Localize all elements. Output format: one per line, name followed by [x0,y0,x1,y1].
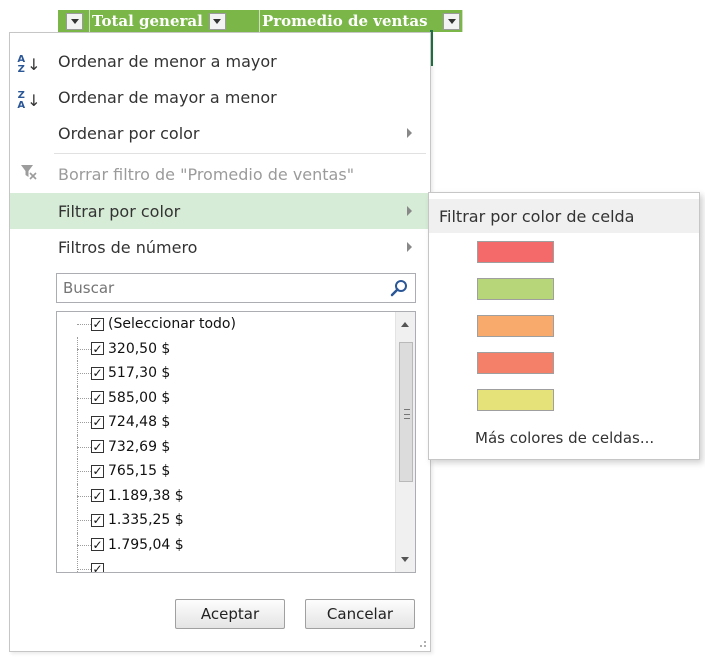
sort-a-to-z-icon: A Z ↓ [17,54,41,75]
pivot-header-cells: Total general Promedio de ventas [58,10,463,32]
menu-label: Ordenar de menor a mayor [58,51,277,71]
color-swatch[interactable] [477,352,554,374]
list-item-label: 1.189,38 $ [108,487,184,504]
menu-item-sort-by-color[interactable]: Ordenar por color [10,115,430,151]
checkbox[interactable]: ✓ [91,538,104,552]
tree-connector [77,544,91,546]
tree-connector [77,324,91,326]
color-swatch[interactable] [477,389,554,411]
list-item-label: 732,69 $ [108,438,171,455]
list-item[interactable]: ✓ 585,00 $ [57,385,415,410]
chevron-down-icon [447,18,456,24]
search-icon[interactable] [389,278,409,298]
chevron-down-icon [213,18,222,24]
header-label-promedio-ventas: Promedio de ventas [262,12,428,30]
autofilter-menu: A Z ↓ Ordenar de menor a mayor Z A ↓ Ordenar… [9,32,431,652]
menu-separator [54,153,426,154]
chevron-down-icon [70,18,79,24]
resize-grip-icon[interactable] [416,637,426,647]
cancel-button[interactable]: Cancelar [305,599,415,629]
checkbox[interactable]: ✓ [91,489,104,503]
checkbox[interactable]: ✓ [91,342,104,356]
menu-item-number-filters[interactable]: Filtros de número [10,229,430,265]
menu-item-clear-filter[interactable]: Borrar filtro de "Promedio de ventas" [10,156,430,192]
scrollbar-thumb[interactable] [399,342,413,482]
header-label-total-general: Total general [92,12,203,30]
search-box [56,273,416,303]
checkbox[interactable]: ✓ [91,440,104,454]
scroll-down-arrow-icon[interactable] [401,557,409,562]
menu-label: Filtros de número [58,237,198,257]
menu-label: Ordenar de mayor a menor [58,87,277,107]
clear-filter-icon [16,163,42,185]
list-item[interactable]: ✓ 1.189,38 $ [57,483,415,508]
filter-values-list[interactable]: ✓ (Seleccionar todo) ✓ 320,50 $ ✓ 517,30… [56,311,416,573]
menu-item-filter-by-color[interactable]: Filtrar por color [10,193,430,229]
menu-item-sort-ascending[interactable]: A Z ↓ Ordenar de menor a mayor [10,43,430,79]
ok-button[interactable]: Aceptar [175,599,285,629]
filter-dropdown-button[interactable] [208,12,226,30]
list-item[interactable]: ✓ 517,30 $ [57,361,415,386]
filter-dropdown-button[interactable] [66,12,83,30]
checkbox[interactable]: ✓ [91,513,104,527]
list-item-label: 765,15 $ [108,463,171,480]
grip-icon [404,409,410,419]
chevron-right-icon [407,128,412,138]
submenu-title: Filtrar por color de celda [429,199,699,233]
checkbox[interactable]: ✓ [91,464,104,478]
color-swatch[interactable] [477,278,554,300]
list-item-select-all[interactable]: ✓ (Seleccionar todo) [57,312,415,337]
list-item[interactable]: ✓ 732,69 $ [57,434,415,459]
tree-connector [77,471,91,473]
filter-by-color-submenu: Filtrar por color de celda Más colores d… [428,192,700,460]
list-item[interactable]: ✓ 1.335,25 $ [57,508,415,533]
list-item-label: 1.795,04 $ [108,536,184,553]
chevron-right-icon [407,206,412,216]
more-cell-colors-link[interactable]: Más colores de celdas... [475,429,654,447]
header-cell-promedio-ventas: Promedio de ventas [260,10,463,32]
sort-z-to-a-icon: Z A ↓ [17,90,41,111]
tree-connector [77,520,91,522]
tree-connector [77,373,91,375]
list-item-label: 585,00 $ [108,389,171,406]
tree-connector [77,446,91,448]
checkbox[interactable]: ✓ [91,317,104,331]
color-swatch[interactable] [477,241,554,263]
list-item-label: (Seleccionar todo) [108,316,236,333]
column-header-strip: Total general Promedio de ventas [0,0,705,32]
list-item-label: 1.335,25 $ [108,512,184,529]
tree-connector [77,495,91,497]
filter-dropdown-button-active[interactable] [443,12,460,30]
vertical-scrollbar[interactable] [395,312,415,572]
list-item-label: 517,30 $ [108,365,171,382]
checkbox[interactable]: ✓ [91,415,104,429]
scroll-up-arrow-icon[interactable] [401,322,409,327]
checkbox[interactable]: ✓ [91,391,104,405]
list-item[interactable]: ✓ [57,557,415,572]
tree-connector [77,397,91,399]
list-item[interactable]: ✓ 724,48 $ [57,410,415,435]
list-item-label: 724,48 $ [108,414,171,431]
menu-label: Borrar filtro de "Promedio de ventas" [58,164,355,184]
list-item[interactable]: ✓ 1.795,04 $ [57,532,415,557]
tree-connector [77,569,91,571]
tree-connector [77,422,91,424]
search-input[interactable] [61,275,381,301]
list-item[interactable]: ✓ 765,15 $ [57,459,415,484]
menu-label: Ordenar por color [58,123,200,143]
tree-connector [77,348,91,350]
chevron-right-icon [407,242,412,252]
list-item[interactable]: ✓ 320,50 $ [57,336,415,361]
header-cell-total-general: Total general [90,10,260,32]
checkbox[interactable]: ✓ [91,366,104,380]
tree-connector [77,557,78,572]
color-swatch[interactable] [477,315,554,337]
header-cell-partial [58,10,90,32]
menu-label: Filtrar por color [58,201,181,221]
menu-item-sort-descending[interactable]: Z A ↓ Ordenar de mayor a menor [10,79,430,115]
list-item-label: 320,50 $ [108,340,171,357]
checkbox[interactable]: ✓ [91,562,104,572]
